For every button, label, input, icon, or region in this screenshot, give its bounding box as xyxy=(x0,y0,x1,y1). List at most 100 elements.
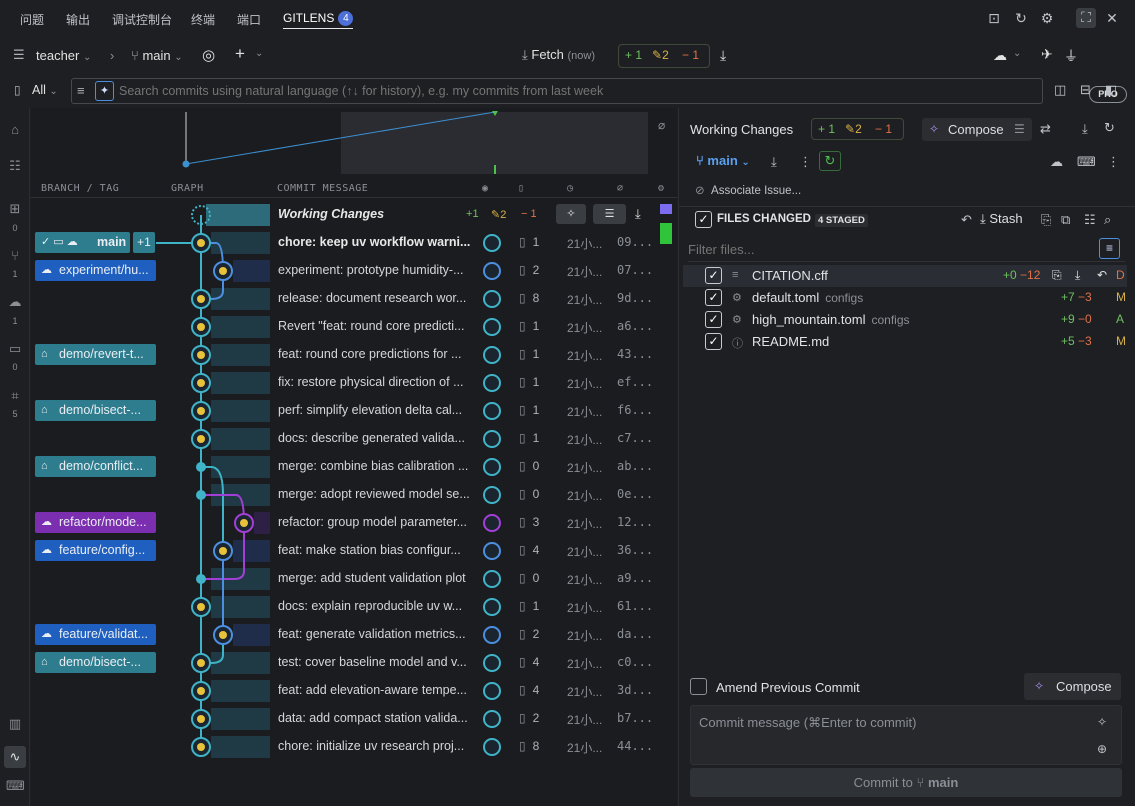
tab-problems[interactable]: 问题 xyxy=(20,11,44,28)
tab-output[interactable]: 输出 xyxy=(66,11,90,28)
pull-icon[interactable]: ⤓ xyxy=(720,47,726,64)
fetch-button[interactable]: ⤓ Fetch (now) xyxy=(522,47,595,63)
commit-row[interactable]: chore: initialize uv research proj... 8 … xyxy=(31,733,677,761)
filter-list-icon[interactable]: ≡ xyxy=(1099,238,1120,259)
split-top-icon[interactable]: ⊟ xyxy=(1080,82,1091,98)
author-column-icon[interactable]: ◉ xyxy=(482,183,489,194)
column-commit-message[interactable]: COMMIT MESSAGE xyxy=(277,183,368,194)
split-left-icon[interactable]: ◫ xyxy=(1054,82,1066,98)
columns-icon[interactable]: ▥ xyxy=(6,716,24,734)
more-icon[interactable]: ⋮ xyxy=(799,154,812,170)
stash-file-icon[interactable]: ⤓ xyxy=(1075,268,1080,283)
commit-row[interactable]: feat: round core predictions for ... 1 2… xyxy=(31,341,677,369)
checklist-icon[interactable]: ☰ xyxy=(593,204,626,224)
ref-label[interactable]: ✓ ▭ ☁ main xyxy=(35,232,130,253)
date-column-icon[interactable]: ◷ xyxy=(567,183,574,194)
tag-icon[interactable]: ⌗ xyxy=(6,388,24,406)
search-icon[interactable]: ⌕ xyxy=(1104,212,1111,228)
ref-label[interactable]: ⌂ demo/revert-t... xyxy=(35,344,156,365)
tab-debug-console[interactable]: 调试控制台 xyxy=(112,11,172,28)
sha-column-icon[interactable]: ⌀ xyxy=(617,183,624,194)
filter-icon[interactable]: ≡ xyxy=(77,83,85,98)
download-icon[interactable]: ⤓ xyxy=(635,206,641,222)
scope-selector[interactable]: All ⌄ xyxy=(32,83,58,97)
repo-selector[interactable]: teacher ⌄ xyxy=(36,48,91,63)
view-options-icon[interactable]: ☷ xyxy=(1084,212,1096,228)
commit-row[interactable]: Revert "feat: round core predicti... 1 2… xyxy=(31,313,677,341)
close-icon[interactable]: ✕ xyxy=(1103,9,1121,27)
open-file-icon[interactable]: ⎘ xyxy=(1052,268,1062,283)
compose-button[interactable]: ✧ Compose xyxy=(1024,673,1121,700)
discard-icon[interactable]: ↶ xyxy=(1097,268,1107,282)
commit-row[interactable]: refactor: group model parameter... 3 21小… xyxy=(31,509,677,537)
changed-file-row[interactable]: ✓ ≡ CITATION.cff +0 −12 D ⎘ ⤓ ↶ xyxy=(683,265,1127,287)
copy-icon[interactable]: ⧉ xyxy=(1061,212,1070,228)
changes-summary[interactable]: + 1 ✎2 − 1 xyxy=(618,44,710,68)
panel-layout-icon[interactable]: ⊡ xyxy=(985,9,1003,27)
commit-row[interactable]: test: cover baseline model and v... 4 21… xyxy=(31,649,677,677)
ref-label[interactable]: ☁ feature/validat... xyxy=(35,624,156,645)
tab-terminal[interactable]: 终端 xyxy=(191,11,215,28)
filter-files-input[interactable] xyxy=(688,238,1088,260)
cloud-icon[interactable]: ☁ xyxy=(6,294,24,312)
amend-checkbox[interactable] xyxy=(690,678,707,695)
column-graph[interactable]: GRAPH xyxy=(171,183,204,194)
file-checkbox[interactable]: ✓ xyxy=(705,289,722,306)
stash-button[interactable]: ⤓ Stash xyxy=(980,211,1023,227)
ref-label[interactable]: ⌂ demo/conflict... xyxy=(35,456,156,477)
branch-selector[interactable]: ⑂ main ⌄ xyxy=(696,153,750,168)
compare-icon[interactable]: ⇄ xyxy=(1040,121,1051,137)
commit-message-box[interactable]: Commit message (⌘Enter to commit) ✧ ⊕ xyxy=(690,705,1122,765)
commit-row[interactable]: merge: combine bias calibration ... 0 21… xyxy=(31,453,677,481)
target-icon[interactable]: ◎ xyxy=(202,46,215,64)
cloud-icon[interactable]: ☁ xyxy=(993,47,1007,64)
file-checkbox[interactable]: ✓ xyxy=(705,311,722,328)
settings-column-icon[interactable]: ⚙ xyxy=(658,183,665,194)
tab-ports[interactable]: 端口 xyxy=(237,11,261,28)
download-icon[interactable]: ⤓ xyxy=(1082,121,1088,137)
refresh-icon[interactable]: ↻ xyxy=(1104,120,1115,136)
files-column-icon[interactable]: ▯ xyxy=(518,183,525,194)
push-icon[interactable]: ⤓ xyxy=(771,154,777,170)
more-icon[interactable]: ⋮ xyxy=(1107,154,1120,170)
maximize-icon[interactable]: ⛶ xyxy=(1076,8,1096,28)
search-input[interactable] xyxy=(119,81,1019,101)
changed-file-row[interactable]: ✓ ⚙ high_mountain.toml configs +9 −0 A xyxy=(683,309,1127,331)
branch-selector[interactable]: ⑂ main ⌄ xyxy=(131,48,183,63)
gear-icon[interactable]: ⚙ xyxy=(1038,9,1056,27)
ai-search-icon[interactable]: ✦ xyxy=(95,81,114,101)
file-checkbox[interactable]: ✓ xyxy=(705,267,722,284)
chevron-down-icon[interactable]: ⌄ xyxy=(1013,48,1021,59)
ai-wand-icon[interactable]: ✧ xyxy=(556,204,586,224)
sync-icon[interactable]: ↻ xyxy=(819,151,841,171)
undo-icon[interactable]: ↶ xyxy=(961,212,972,228)
commit-row[interactable]: feat: add elevation-aware tempe... 4 21小… xyxy=(31,677,677,705)
commit-row[interactable]: docs: explain reproducible uv w... 1 21小… xyxy=(31,593,677,621)
ref-label[interactable]: ☁ experiment/hu... xyxy=(35,260,156,281)
commit-row[interactable]: release: document research wor... 8 21小.… xyxy=(31,285,677,313)
commit-button[interactable]: Commit to ⑂ main xyxy=(690,768,1122,797)
keyboard-icon[interactable]: ⌨ xyxy=(6,778,25,796)
split-right-icon[interactable]: ◧ xyxy=(1105,82,1117,98)
pulse-icon[interactable]: ∿ xyxy=(4,746,26,768)
commit-row[interactable]: feat: make station bias configur... 4 21… xyxy=(31,537,677,565)
ai-generate-icon[interactable]: ✧ xyxy=(1097,715,1107,729)
commit-row[interactable]: fix: restore physical direction of ... 1… xyxy=(31,369,677,397)
column-branch-tag[interactable]: BRANCH / TAG xyxy=(41,183,119,194)
inbox-icon[interactable]: ▭ xyxy=(6,341,24,359)
worktree-icon[interactable]: ⊞ xyxy=(6,201,24,219)
add-icon[interactable]: + xyxy=(235,44,245,64)
file-checkbox[interactable]: ✓ xyxy=(705,333,722,350)
terminal-icon[interactable]: ⌨ xyxy=(1077,154,1096,170)
graph-minimap[interactable]: ⌀ xyxy=(31,108,677,178)
commit-row[interactable]: chore: keep uv workflow warni... 1 21小..… xyxy=(31,229,677,257)
ref-label[interactable]: ⌂ demo/bisect-... xyxy=(35,400,156,421)
plug-icon[interactable]: ⏚ xyxy=(1064,46,1078,66)
commit-row[interactable]: data: add compact station valida... 2 21… xyxy=(31,705,677,733)
associate-issue-link[interactable]: ⊘ Associate Issue... xyxy=(695,183,801,197)
home-icon[interactable]: ⌂ xyxy=(6,122,24,140)
changed-file-row[interactable]: ✓ ⚙ default.toml configs +7 −3 M xyxy=(683,287,1127,309)
tab-gitlens[interactable]: GITLENS 4 xyxy=(283,11,354,29)
commit-row[interactable]: docs: describe generated valida... 1 21小… xyxy=(31,425,677,453)
ref-label[interactable]: ☁ refactor/mode... xyxy=(35,512,156,533)
